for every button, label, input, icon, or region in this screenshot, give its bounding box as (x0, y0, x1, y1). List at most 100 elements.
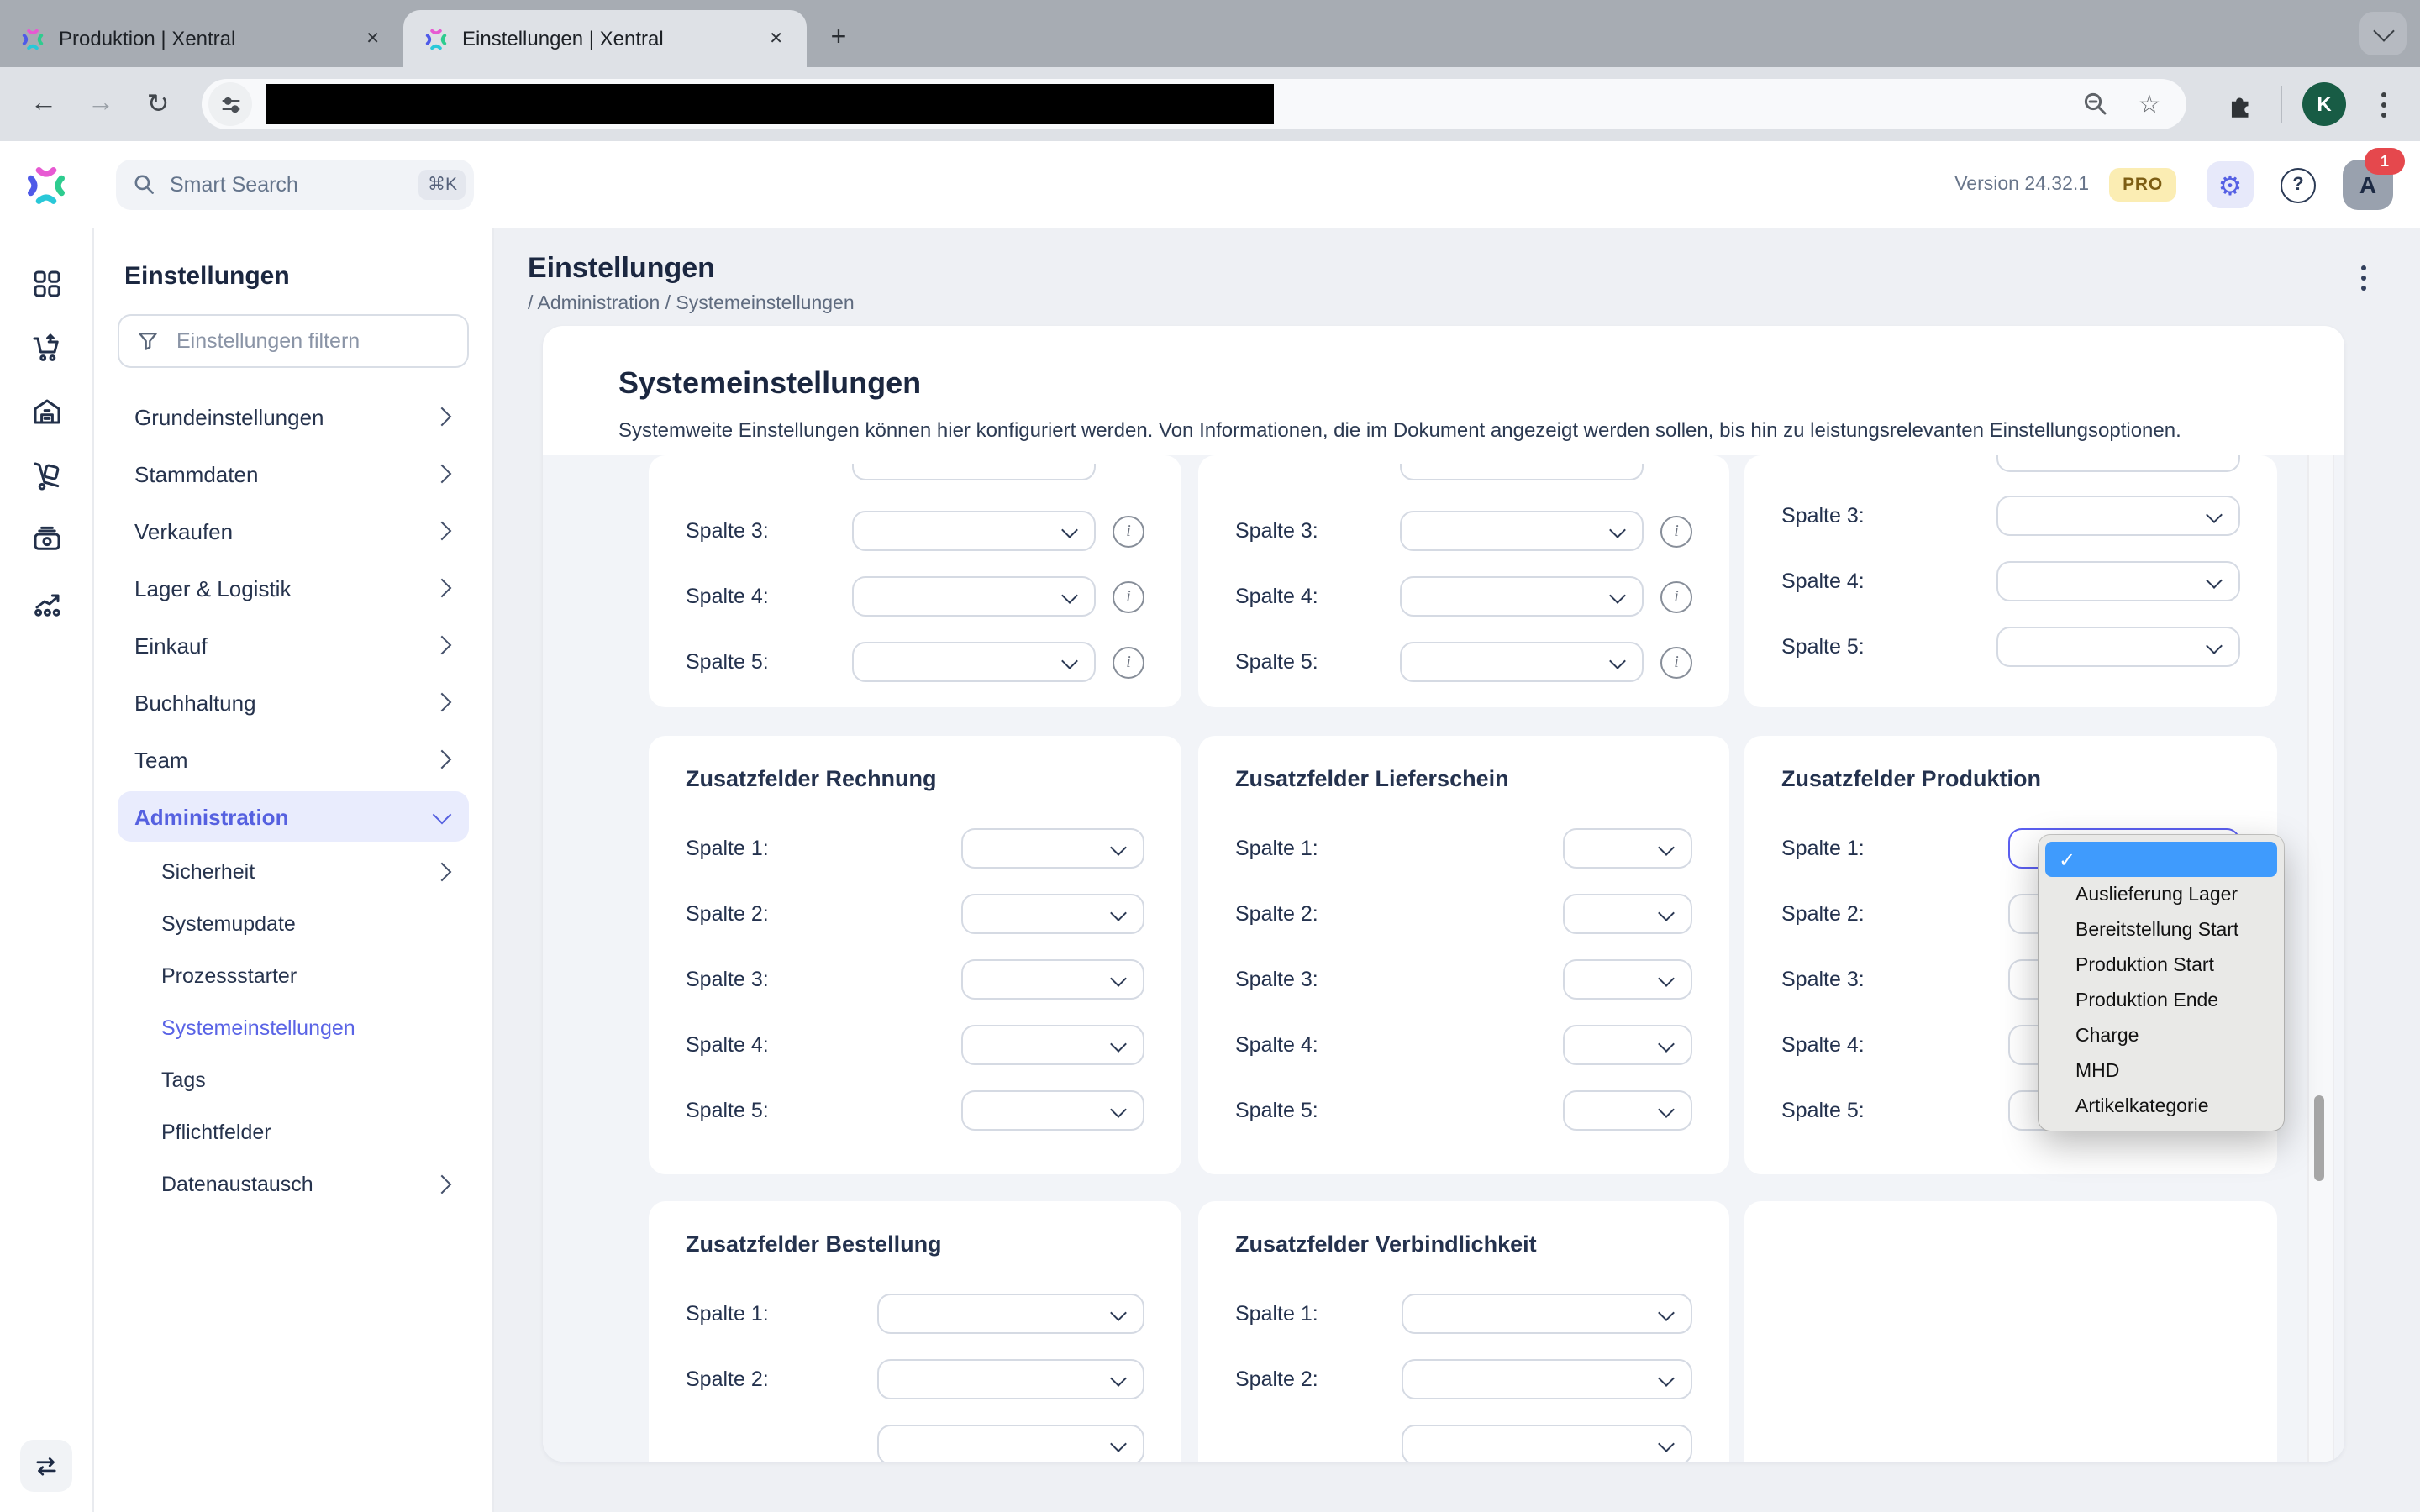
info-icon[interactable]: i (1113, 515, 1144, 547)
settings-gear-button[interactable]: ⚙ (2207, 161, 2254, 208)
rechnung-spalte-4-select[interactable] (961, 1025, 1144, 1065)
cut-select[interactable] (852, 463, 1096, 480)
browser-tab-produktion[interactable]: Produktion | Xentral ✕ (0, 10, 403, 67)
lieferschein-spalte-2-select[interactable] (1563, 894, 1692, 934)
browser-menu-icon[interactable] (2366, 92, 2400, 117)
info-icon[interactable]: i (1113, 580, 1144, 612)
sidebar-item-prozessstarter[interactable]: Prozessstarter (118, 949, 469, 1001)
scrollbar-thumb[interactable] (2314, 1095, 2324, 1181)
spalte-3-select[interactable] (1400, 511, 1644, 551)
sidebar-item-stammdaten[interactable]: Stammdaten (118, 445, 469, 502)
lieferschein-spalte-3-select[interactable] (1563, 959, 1692, 1000)
bestellung-spalte-3-select[interactable] (877, 1425, 1144, 1462)
dropdown-option[interactable]: Charge (2045, 1018, 2277, 1053)
dropdown-option[interactable]: Produktion Ende (2045, 983, 2277, 1018)
rechnung-spalte-5-select[interactable] (961, 1090, 1144, 1131)
section-title: Zusatzfelder Verbindlichkeit (1235, 1231, 1692, 1257)
tab-close-icon[interactable]: ✕ (762, 26, 790, 51)
rechnung-spalte-3-select[interactable] (961, 959, 1144, 1000)
settings-scroll-area[interactable]: i Spalte 3:i Spalte 4:i Spalte 5:i i Spa… (543, 455, 2344, 1462)
sidebar-item-grundeinstellungen[interactable]: Grundeinstellungen (118, 388, 469, 445)
dropdown-option[interactable]: Artikelkategorie (2045, 1089, 2277, 1124)
scrollbar-track[interactable] (2307, 455, 2334, 1462)
spalte-4-select[interactable] (852, 576, 1096, 617)
back-button[interactable]: ← (20, 81, 67, 128)
bestellung-spalte-1-select[interactable] (877, 1294, 1144, 1334)
info-icon[interactable]: i (1660, 646, 1692, 678)
finance-cash-icon[interactable] (24, 517, 68, 561)
sidebar-item-lager-logistik[interactable]: Lager & Logistik (118, 559, 469, 617)
sidebar-item-sicherheit[interactable]: Sicherheit (118, 845, 469, 897)
lieferschein-spalte-4-select[interactable] (1563, 1025, 1692, 1065)
smart-search-input[interactable]: Smart Search ⌘K (116, 160, 474, 210)
app-icon-rail (0, 228, 94, 1512)
xentral-logo[interactable] (0, 162, 92, 207)
bookmark-star-icon[interactable]: ☆ (2129, 84, 2170, 124)
tab-close-icon[interactable]: ✕ (359, 26, 387, 51)
forward-button[interactable]: → (77, 81, 124, 128)
administration-children: Sicherheit Systemupdate Prozessstarter S… (118, 845, 469, 1210)
sidebar-filter[interactable] (118, 314, 469, 368)
dropdown-option[interactable]: MHD (2045, 1053, 2277, 1089)
spalte-3-select[interactable] (1996, 496, 2240, 536)
sidebar-item-datenaustausch[interactable]: Datenaustausch (118, 1158, 469, 1210)
spalte-5-select[interactable] (1400, 642, 1644, 682)
breadcrumb[interactable]: / Administration / Systemeinstellungen (528, 294, 2420, 314)
chevron-right-icon (433, 750, 452, 769)
extensions-icon[interactable] (2220, 84, 2260, 124)
section-zusatzfelder-bestellung: Zusatzfelder Bestellung Spalte 1: Spalte… (649, 1201, 1181, 1462)
info-icon[interactable]: i (1113, 646, 1144, 678)
logistics-handtruck-icon[interactable] (24, 454, 68, 497)
filter-input[interactable] (173, 328, 450, 354)
spalte-5-select[interactable] (1996, 627, 2240, 667)
bestellung-spalte-2-select[interactable] (877, 1359, 1144, 1399)
cut-select[interactable] (1400, 463, 1644, 480)
info-icon[interactable]: i (1660, 515, 1692, 547)
sidebar-item-systemupdate[interactable]: Systemupdate (118, 897, 469, 949)
new-tab-button[interactable]: + (817, 17, 860, 60)
page-menu-icon[interactable] (2346, 265, 2380, 291)
help-button[interactable]: ? (2281, 167, 2316, 202)
sidebar-item-tags[interactable]: Tags (118, 1053, 469, 1105)
spalte-3-select[interactable] (852, 511, 1096, 551)
sidebar-item-einkauf[interactable]: Einkauf (118, 617, 469, 674)
dropdown-option[interactable]: Auslieferung Lager (2045, 877, 2277, 912)
cut-select[interactable] (1996, 455, 2240, 472)
rechnung-spalte-2-select[interactable] (961, 894, 1144, 934)
spalte-4-select[interactable] (1996, 561, 2240, 601)
rechnung-spalte-1-select[interactable] (961, 828, 1144, 869)
browser-tab-einstellungen[interactable]: Einstellungen | Xentral ✕ (403, 10, 807, 67)
field-label: Spalte 4: (1235, 1033, 1318, 1057)
zoom-out-icon[interactable] (2075, 84, 2116, 124)
verbindlichkeit-spalte-1-select[interactable] (1402, 1294, 1692, 1334)
dropdown-option-selected-empty[interactable]: ✓ (2045, 842, 2277, 877)
apps-grid-icon[interactable] (24, 262, 68, 306)
sidebar-item-administration[interactable]: Administration (118, 791, 469, 842)
sidebar-item-buchhaltung[interactable]: Buchhaltung (118, 674, 469, 731)
sidebar-item-systemeinstellungen[interactable]: Systemeinstellungen (118, 1001, 469, 1053)
dropdown-option[interactable]: Produktion Start (2045, 948, 2277, 983)
sidebar-item-pflichtfelder[interactable]: Pflichtfelder (118, 1105, 469, 1158)
analytics-chart-icon[interactable] (24, 581, 68, 625)
tab-search-caret-button[interactable] (2360, 12, 2407, 55)
address-bar[interactable]: ☆ (202, 79, 2186, 129)
reload-button[interactable]: ↻ (134, 81, 182, 128)
verbindlichkeit-spalte-3-select[interactable] (1402, 1425, 1692, 1462)
sales-cart-icon[interactable] (24, 326, 68, 370)
field-label: Spalte 3: (1781, 504, 1865, 528)
spalte-4-select[interactable] (1400, 576, 1644, 617)
browser-profile-avatar[interactable]: K (2302, 82, 2346, 126)
section-card-empty (1744, 1201, 2277, 1462)
sidebar-item-verkaufen[interactable]: Verkaufen (118, 502, 469, 559)
lieferschein-spalte-5-select[interactable] (1563, 1090, 1692, 1131)
sidebar-item-team[interactable]: Team (118, 731, 469, 788)
dropdown-option[interactable]: Bereitstellung Start (2045, 912, 2277, 948)
info-icon[interactable]: i (1660, 580, 1692, 612)
lieferschein-spalte-1-select[interactable] (1563, 828, 1692, 869)
user-avatar[interactable]: A 1 (2343, 160, 2393, 210)
warehouse-icon[interactable] (24, 390, 68, 433)
spalte-5-select[interactable] (852, 642, 1096, 682)
swap-arrows-button[interactable] (20, 1440, 72, 1492)
site-settings-icon[interactable] (208, 82, 252, 126)
verbindlichkeit-spalte-2-select[interactable] (1402, 1359, 1692, 1399)
